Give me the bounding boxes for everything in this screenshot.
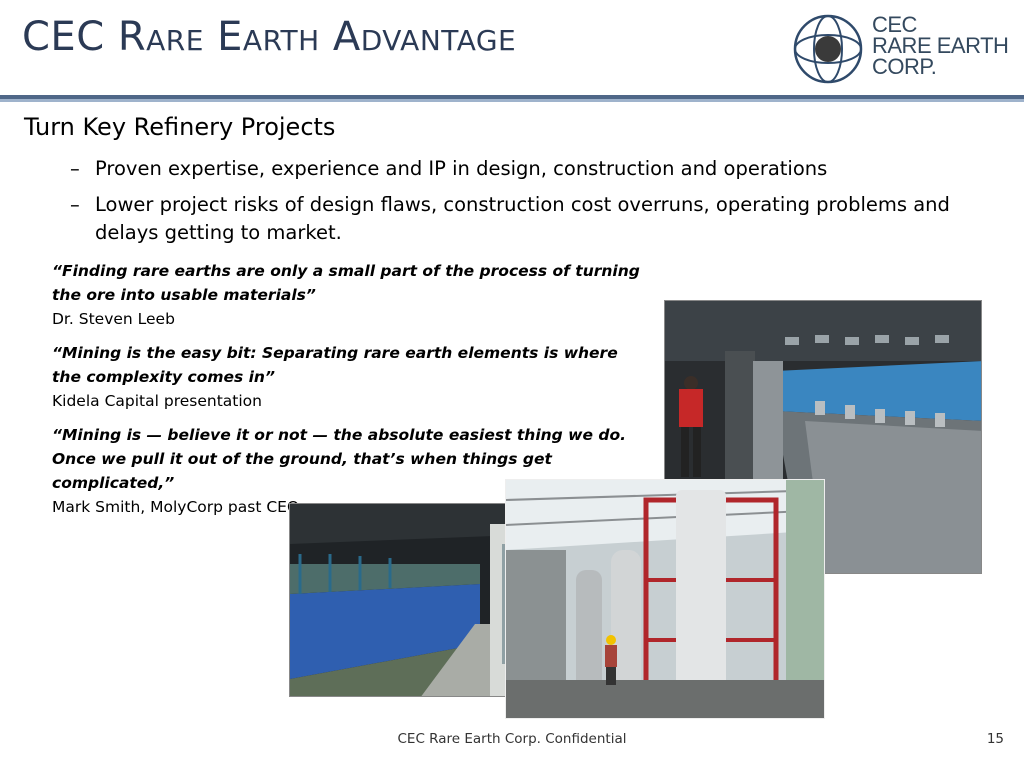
bullet-dash: –	[70, 193, 80, 216]
page-number: 15	[986, 731, 1004, 747]
quote-source: Kidela Capital presentation	[52, 392, 262, 410]
logo-line-1: CEC	[872, 12, 917, 37]
bullet-text: Lower project risks of design flaws, con…	[95, 193, 950, 244]
bullet-item: – Lower project risks of design flaws, c…	[70, 191, 970, 247]
quote-source: Dr. Steven Leeb	[52, 310, 175, 328]
section-heading: Turn Key Refinery Projects	[24, 113, 336, 141]
bullet-list: – Proven expertise, experience and IP in…	[70, 155, 970, 255]
bullet-text: Proven expertise, experience and IP in d…	[95, 157, 828, 180]
logo-line-2: RARE EARTH	[872, 33, 1009, 58]
quote-block: “Mining is the easy bit: Separating rare…	[52, 341, 652, 413]
extraction-column-photo	[505, 479, 825, 719]
logo-line-3: CORP.	[872, 54, 937, 79]
logo-wordmark: CEC RARE EARTH CORP.	[872, 12, 1022, 79]
footer-text: CEC Rare Earth Corp. Confidential	[397, 731, 627, 747]
quote-text: “Mining is the easy bit: Separating rare…	[52, 344, 618, 386]
quote-block: “Finding rare earths are only a small pa…	[52, 259, 652, 331]
slide-title: CEC Rare Earth Advantage	[22, 14, 517, 60]
quote-text: “Finding rare earths are only a small pa…	[52, 262, 640, 304]
globe-icon	[793, 14, 863, 84]
bullet-item: – Proven expertise, experience and IP in…	[70, 155, 970, 183]
bullet-dash: –	[70, 157, 80, 180]
header-rule-light	[0, 99, 1024, 102]
